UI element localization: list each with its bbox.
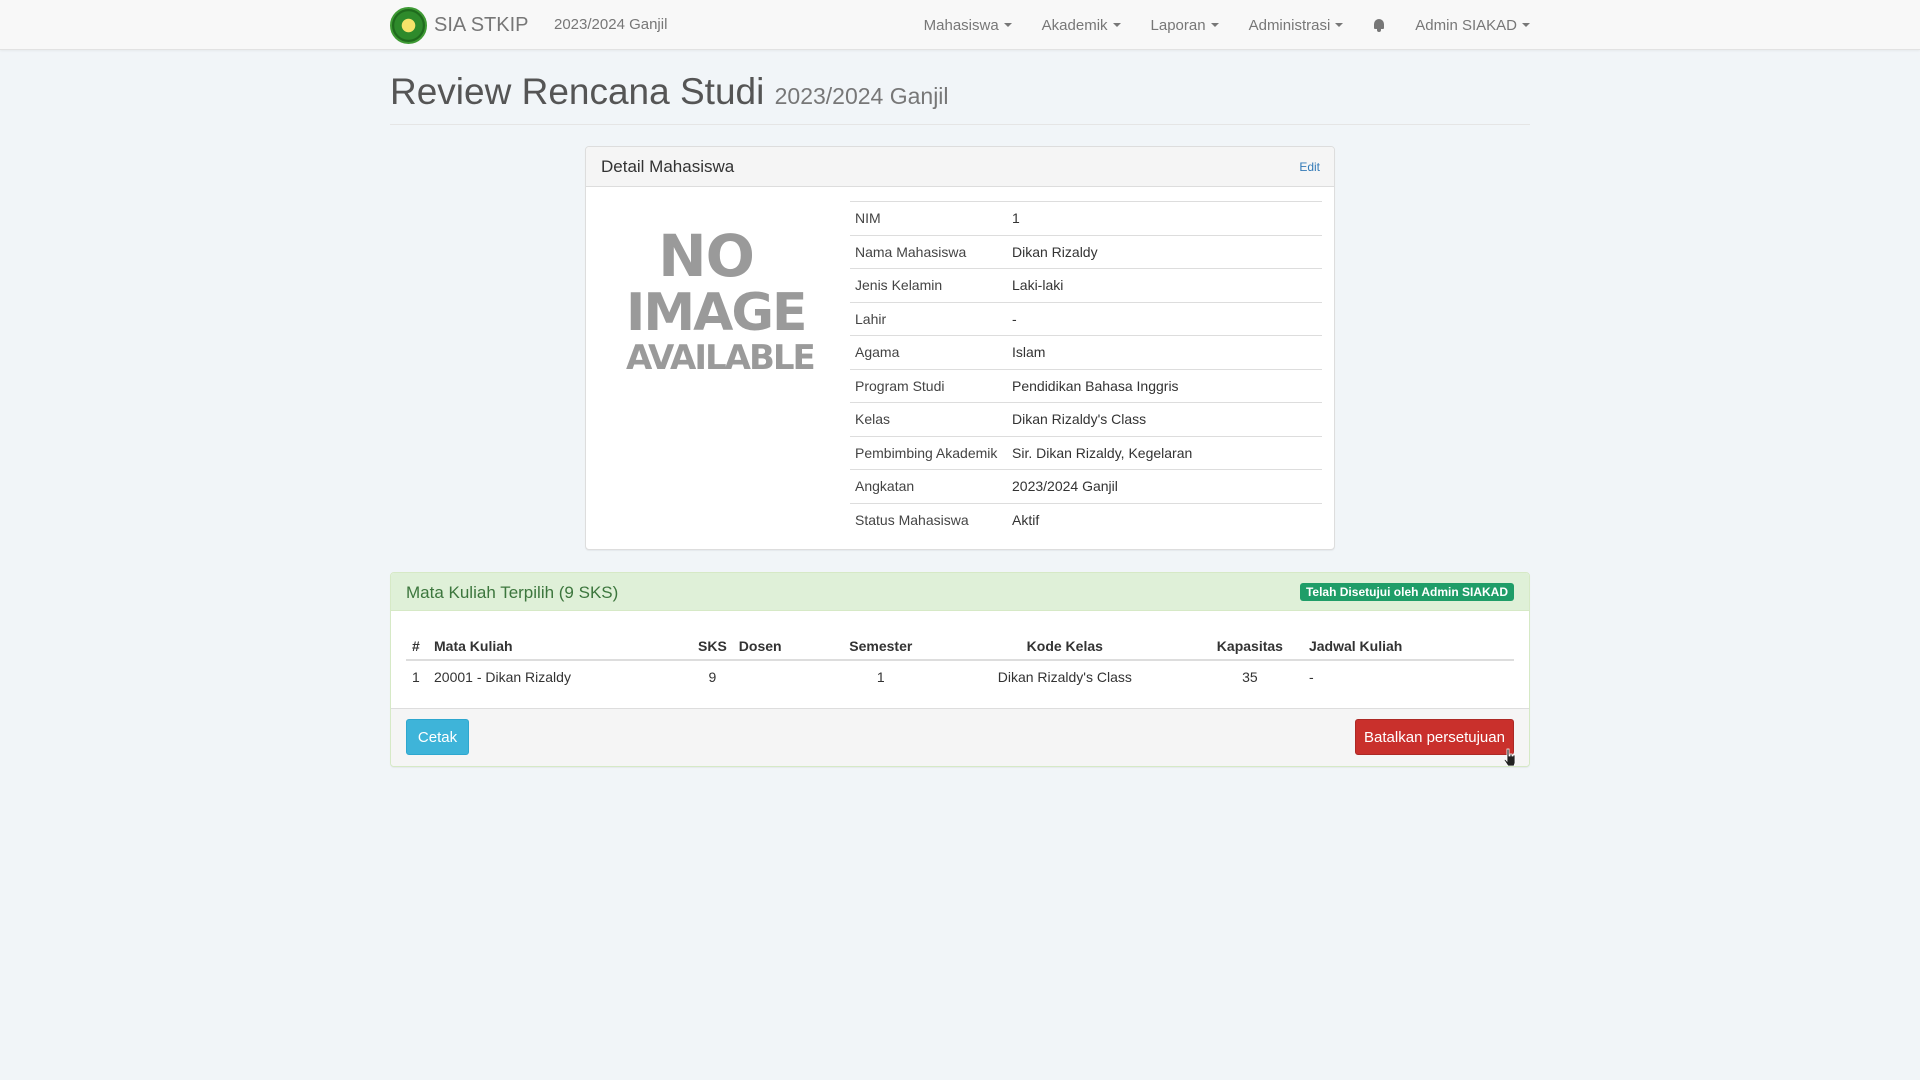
no-image-line: IMAGE xyxy=(626,283,808,343)
column-header: Jadwal Kuliah xyxy=(1288,632,1514,661)
nav-menu: Mahasiswa Akademik Laporan Administrasi … xyxy=(909,0,1530,50)
no-image-line: AVAILABLE xyxy=(626,338,816,378)
info-label: Pembimbing Akademik xyxy=(850,435,1007,470)
page-header: Review Rencana Studi 2023/2024 Ganjil xyxy=(390,70,1530,125)
caret-down-icon xyxy=(1003,23,1012,27)
hand-cursor-icon xyxy=(1504,748,1516,766)
info-value: Islam xyxy=(1007,335,1322,369)
info-value: 1 xyxy=(1007,201,1322,235)
info-value: Dikan Rizaldy's Class xyxy=(1007,402,1322,436)
menu-label: Akademik xyxy=(1041,16,1108,34)
panel-title: Mata Kuliah Terpilih (9 SKS) xyxy=(406,583,619,602)
menu-label: Mahasiswa xyxy=(923,16,999,34)
table-cell: 1 xyxy=(876,669,885,685)
caret-down-icon xyxy=(1112,23,1121,27)
info-label: NIM xyxy=(850,201,1007,235)
academic-term: 2023/2024 Ganjil xyxy=(554,16,668,33)
info-label: Jenis Kelamin xyxy=(850,268,1007,302)
student-detail-panel: Detail Mahasiswa Edit NO IMAGE AVAILABLE… xyxy=(585,146,1335,550)
panel-heading: Mata Kuliah Terpilih (9 SKS) Telah Diset… xyxy=(391,573,1529,611)
top-navbar: SIA STKIP 2023/2024 Ganjil Mahasiswa Aka… xyxy=(0,0,1920,50)
no-image-placeholder: NO IMAGE AVAILABLE xyxy=(626,222,816,378)
column-header: Semester xyxy=(842,632,919,661)
column-header: # xyxy=(406,632,428,661)
info-value: Aktif xyxy=(1007,502,1322,537)
info-label: Nama Mahasiswa xyxy=(850,234,1007,269)
menu-label: Administrasi xyxy=(1248,16,1331,34)
info-row-agama: Agama Islam xyxy=(850,335,1322,369)
brand-link[interactable]: SIA STKIP xyxy=(390,5,528,45)
info-value: Sir. Dikan Rizaldy, Kegelaran xyxy=(1007,435,1322,470)
info-row-status: Status Mahasiswa Aktif xyxy=(850,502,1322,537)
menu-administrasi[interactable]: Administrasi xyxy=(1234,17,1359,34)
table-cell: - xyxy=(1308,669,1314,685)
print-button[interactable]: Cetak xyxy=(406,719,469,755)
panel-title: Detail Mahasiswa xyxy=(601,157,735,176)
cancel-approval-button[interactable]: Batalkan persetujuan xyxy=(1355,719,1514,755)
menu-laporan[interactable]: Laporan xyxy=(1136,17,1234,34)
courses-table: # Mata Kuliah SKS Dosen Semester Kode Ke… xyxy=(406,632,1514,693)
page-title: Review Rencana Studi 2023/2024 Ganjil xyxy=(390,70,1530,118)
bell-icon xyxy=(1373,18,1385,32)
menu-mahasiswa[interactable]: Mahasiswa xyxy=(909,17,1027,34)
student-info-table: NIM 1 Nama Mahasiswa Dikan Rizaldy Jenis K… xyxy=(850,201,1322,537)
menu-akademik[interactable]: Akademik xyxy=(1027,17,1136,34)
info-row-nama: Nama Mahasiswa Dikan Rizaldy xyxy=(850,234,1322,269)
info-row-kelas: Kelas Dikan Rizaldy's Class xyxy=(850,402,1322,436)
table-cell xyxy=(733,660,843,693)
info-row-lahir: Lahir - xyxy=(850,301,1322,336)
info-value: Pendidikan Bahasa Inggris xyxy=(1007,368,1322,403)
info-label: Lahir xyxy=(850,301,1007,336)
column-header: SKS xyxy=(692,632,733,661)
info-row-nim: NIM 1 xyxy=(850,201,1322,235)
table-cell: 1 xyxy=(412,669,420,685)
caret-down-icon xyxy=(1522,23,1530,27)
info-value: - xyxy=(1007,301,1322,336)
navbar-container: SIA STKIP 2023/2024 Ganjil Mahasiswa Aka… xyxy=(390,0,1530,50)
caret-down-icon xyxy=(1335,23,1344,27)
table-cell: 9 xyxy=(708,669,717,685)
column-header: Kode Kelas xyxy=(918,632,1211,661)
table-header-row: # Mata Kuliah SKS Dosen Semester Kode Ke… xyxy=(406,632,1514,661)
info-label: Status Mahasiswa xyxy=(850,502,1007,537)
info-value: Dikan Rizaldy xyxy=(1007,234,1322,269)
page-title-text: Review Rencana Studi xyxy=(390,71,765,112)
info-label: Agama xyxy=(850,335,1007,369)
info-row-jenis-kelamin: Jenis Kelamin Laki-laki xyxy=(850,268,1322,302)
info-value: Laki-laki xyxy=(1007,268,1322,302)
menu-label: Laporan xyxy=(1150,16,1206,34)
info-value: 2023/2024 Ganjil xyxy=(1007,469,1322,503)
table-row: 1 20001 - Dikan Rizaldy 9 1 Dikan Rizald… xyxy=(406,660,1514,693)
column-header: Mata Kuliah xyxy=(428,632,692,661)
column-header: Kapasitas xyxy=(1210,632,1289,661)
panel-footer: Cetak Batalkan persetujuan xyxy=(391,708,1529,766)
info-row-angkatan: Angkatan 2023/2024 Ganjil xyxy=(850,469,1322,503)
table-cell: Dikan Rizaldy's Class xyxy=(997,669,1132,685)
stkip-logo-icon xyxy=(390,6,427,44)
info-label: Kelas xyxy=(850,402,1007,436)
page-subtitle: 2023/2024 Ganjil xyxy=(774,83,949,109)
no-image-line: NO xyxy=(658,222,755,290)
column-header: Dosen xyxy=(732,632,843,661)
info-row-program-studi: Program Studi Pendidikan Bahasa Inggris xyxy=(850,368,1322,403)
notifications-button[interactable] xyxy=(1358,18,1400,32)
selected-courses-panel: Mata Kuliah Terpilih (9 SKS) Telah Diset… xyxy=(390,572,1530,767)
user-name: Admin SIAKAD xyxy=(1415,16,1517,34)
caret-down-icon xyxy=(1210,23,1219,27)
info-label: Angkatan xyxy=(850,469,1007,503)
edit-link[interactable]: Edit xyxy=(1299,160,1320,174)
approval-status-badge: Telah Disetujui oleh Admin SIAKAD xyxy=(1299,583,1514,601)
user-menu[interactable]: Admin SIAKAD xyxy=(1400,17,1530,34)
panel-heading: Detail Mahasiswa Edit xyxy=(586,147,1334,187)
info-row-pembimbing: Pembimbing Akademik Sir. Dikan Rizaldy, K… xyxy=(850,435,1322,470)
info-label: Program Studi xyxy=(850,368,1007,403)
table-cell: 35 xyxy=(1242,669,1258,685)
table-cell: 20001 - Dikan Rizaldy xyxy=(434,669,571,685)
brand-name: SIA STKIP xyxy=(434,13,529,36)
